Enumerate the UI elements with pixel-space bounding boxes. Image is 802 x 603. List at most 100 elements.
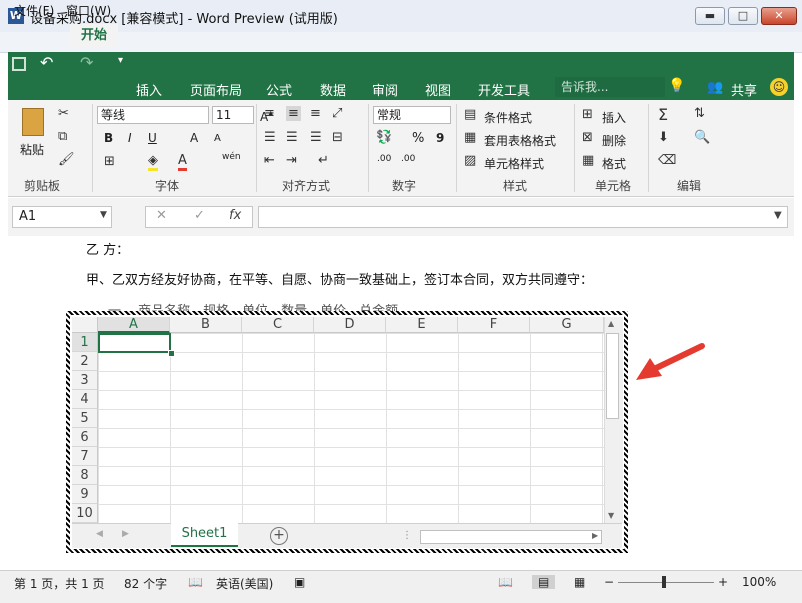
copy-icon[interactable]: ⧉ [58,129,67,144]
undo-icon[interactable]: ↶ [40,53,53,72]
column-header-d[interactable]: D [314,317,386,333]
tab-home[interactable]: 开始 [70,24,118,48]
tab-developer[interactable]: 开发工具 [478,80,530,100]
sheet-next-icon[interactable]: ▶ [122,529,129,539]
format-painter-icon[interactable]: 🖌 [58,152,75,167]
share-icon[interactable]: 👥 [707,80,723,95]
formula-input[interactable] [258,206,788,228]
row-header[interactable]: 6 [72,428,98,447]
tab-view[interactable]: 视图 [425,80,451,100]
underline-button[interactable]: U [148,131,157,145]
tab-formulas[interactable]: 公式 [266,80,292,100]
align-left-icon[interactable]: ☰ [264,130,276,145]
align-right-icon[interactable]: ☰ [310,130,322,145]
insert-cells-icon[interactable]: ⊞ [582,107,593,122]
enter-icon[interactable]: ✓ [194,208,205,223]
paste-button[interactable]: 粘贴 [20,141,44,158]
menu-file[interactable]: 文件(F) [14,2,54,19]
smiley-icon[interactable]: ☺ [770,78,788,96]
decrease-indent-icon[interactable]: ⇤ [264,153,275,168]
row-header[interactable]: 4 [72,390,98,409]
row-header[interactable]: 7 [72,447,98,466]
row-header[interactable]: 2 [72,352,98,371]
row-header[interactable]: 10 [72,504,98,523]
font-color-icon[interactable]: A [178,153,187,171]
close-button[interactable]: ✕ [761,7,797,25]
align-top-icon[interactable]: ≡ [264,106,275,121]
print-layout-icon[interactable]: ▤ [532,575,556,589]
menu-window[interactable]: 窗口(W) [66,2,111,19]
tab-review[interactable]: 审阅 [372,80,398,100]
align-middle-icon[interactable]: ≡ [286,106,301,121]
border-icon[interactable]: ⊞ [104,154,115,169]
align-bottom-icon[interactable]: ≡ [310,106,321,121]
number-format-combo[interactable]: 常规 [373,106,451,124]
conditional-format-button[interactable]: 条件格式 [484,109,532,126]
redo-icon[interactable]: ↷ [80,53,93,72]
fill-icon[interactable]: ⬇ [658,130,669,145]
shrink-font-a-icon[interactable]: A [214,133,221,144]
column-header-f[interactable]: F [458,317,530,333]
word-count[interactable]: 82 个字 [124,575,167,592]
tab-page-layout[interactable]: 页面布局 [190,80,242,100]
zoom-level[interactable]: 100% [742,575,776,589]
language-status[interactable]: 英语(美国) [216,575,273,592]
proofing-icon[interactable]: 📖 [188,575,203,589]
paste-icon[interactable] [22,108,44,136]
active-cell-a1[interactable] [98,333,171,353]
insert-function-button[interactable]: fx [229,208,241,223]
row-header[interactable]: 1 [72,333,98,352]
wrap-text-icon[interactable]: ↵ [318,153,329,168]
column-header-g[interactable]: G [530,317,604,333]
select-all-corner[interactable] [72,317,98,333]
tab-data[interactable]: 数据 [320,80,346,100]
comma-style-button[interactable]: 9 [436,131,444,145]
align-center-icon[interactable]: ☰ [286,130,298,145]
scroll-up-icon[interactable]: ▲ [608,319,614,328]
zoom-slider-thumb[interactable] [662,576,666,588]
column-header-b[interactable]: B [170,317,242,333]
row-header[interactable]: 5 [72,409,98,428]
clear-icon[interactable]: ⌫ [658,153,676,168]
hscroll-right-icon[interactable]: ▶ [592,531,598,540]
format-as-table-button[interactable]: 套用表格格式 [484,132,556,149]
zoom-slider[interactable] [618,582,714,583]
tab-split-handle[interactable]: ⋮ [402,530,412,541]
share-button[interactable]: 共享 [731,80,757,99]
accounting-format-icon[interactable]: 💱 [376,130,392,145]
fill-handle[interactable] [168,350,175,357]
italic-button[interactable]: I [128,131,132,145]
increase-indent-icon[interactable]: ⇥ [286,153,297,168]
phonetic-guide-icon[interactable]: wén [222,152,241,162]
column-header-e[interactable]: E [386,317,458,333]
cancel-icon[interactable]: ✕ [156,208,167,223]
page-count[interactable]: 第 1 页，共 1 页 [14,575,105,592]
cut-icon[interactable]: ✂ [58,106,69,121]
read-mode-icon[interactable]: 📖 [498,575,513,589]
find-select-icon[interactable]: 🔍 [694,130,710,145]
vertical-scroll-thumb[interactable] [606,333,619,419]
sort-filter-icon[interactable]: ⇅ [694,106,705,121]
row-header[interactable]: 9 [72,485,98,504]
percent-button[interactable]: % [412,131,424,146]
save-icon[interactable] [12,57,26,71]
format-cells-button[interactable]: 格式 [602,155,626,172]
lightbulb-icon[interactable]: 💡 [668,78,685,94]
decrease-decimal-icon[interactable]: .00 [401,154,415,164]
font-size-combo[interactable]: 11 [212,106,254,124]
grow-font-a-icon[interactable]: A [190,131,198,145]
merge-center-icon[interactable]: ⊟ [332,130,343,145]
namebox-dropdown-icon[interactable]: ▼ [100,210,107,220]
tell-me-search[interactable]: 告诉我... [555,77,665,97]
expand-formula-icon[interactable]: ▼ [774,210,782,221]
delete-cells-button[interactable]: 删除 [602,132,626,149]
row-header[interactable]: 8 [72,466,98,485]
minimize-button[interactable]: ▬ [695,7,725,25]
cell-styles-button[interactable]: 单元格样式 [484,155,544,172]
format-cells-icon[interactable]: ▦ [582,153,594,168]
cell-styles-icon[interactable]: ▨ [464,153,476,168]
font-name-combo[interactable]: 等线 [97,106,209,124]
insert-cells-button[interactable]: 插入 [602,109,626,126]
cell-grid[interactable] [98,333,604,523]
tab-insert[interactable]: 插入 [136,80,162,100]
